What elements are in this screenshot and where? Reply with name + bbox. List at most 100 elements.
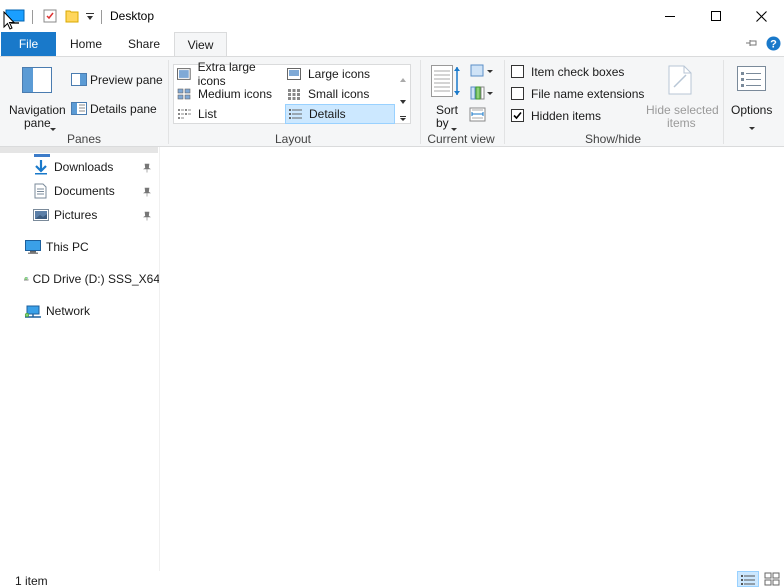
pin-ribbon-icon[interactable] [745,37,759,51]
sort-by-button[interactable]: Sort by [426,61,464,131]
properties-icon[interactable] [42,8,58,27]
layout-extra-large-icons[interactable]: Extra large icons [177,60,285,88]
nav-item-label: Network [46,304,91,318]
nav-item-downloads[interactable]: Downloads [32,157,158,177]
gallery-scroll-down-icon[interactable] [400,93,406,107]
maximize-icon [711,11,721,21]
navigation-pane-icon [22,67,52,96]
svg-text:?: ? [770,39,777,51]
sort-by-label-2: by [436,116,449,130]
new-folder-icon[interactable] [64,8,80,27]
ribbon-view: Navigation pane Preview pane Details pan… [0,56,784,147]
hide-selected-items-label: Hide selected [646,103,719,117]
options-button[interactable]: Options [726,61,780,130]
status-bar: 1 item [0,571,784,587]
pin-icon[interactable] [142,210,152,224]
documents-icon [34,183,47,199]
nav-item-cd-drive[interactable]: CD Drive (D:) SSS_X64 [24,269,160,289]
maximize-button[interactable] [693,0,739,32]
group-label-current-view: Current view [427,132,495,146]
nav-item-this-pc[interactable]: This PC [24,237,158,257]
hidden-items-label: Hidden items [531,109,602,123]
large-icons-view-button[interactable] [762,571,782,587]
tab-home[interactable]: Home [60,32,112,56]
layout-item-label: Small icons [308,87,370,101]
gallery-expand-icon[interactable] [400,111,406,125]
group-by-icon [470,64,493,77]
list-icon [178,109,191,119]
size-all-columns-icon [469,107,486,122]
gallery-scroll-up-icon[interactable] [400,71,406,85]
file-name-extensions-label: File name extensions [531,87,645,101]
details-pane-button[interactable]: Details pane [70,100,162,118]
computer-icon [25,240,41,254]
downloads-icon [35,160,47,175]
layout-small-icons[interactable]: Small icons [287,85,397,103]
group-label-panes: Panes [66,132,102,146]
preview-pane-icon [71,73,87,89]
nav-item-network[interactable]: Network [24,301,158,321]
file-list-area[interactable] [161,147,784,571]
layout-gallery: Extra large icons Large icons Medium ico… [173,60,411,124]
sort-by-icon [431,65,461,100]
file-name-extensions-checkbox[interactable] [511,87,524,100]
group-label-show-hide: Show/hide [584,132,642,146]
details-view-button[interactable] [737,571,759,587]
layout-item-label: Large icons [308,67,371,81]
scrolled-item-edge [0,147,158,153]
layout-item-label: Extra large icons [197,60,256,88]
nav-item-documents[interactable]: Documents [32,181,158,201]
pin-icon[interactable] [142,162,152,176]
file-explorer-window: Desktop File Home Share View ? Navigatio… [0,0,784,587]
nav-item-pictures[interactable]: Pictures [32,205,158,225]
tab-view[interactable]: View [174,32,227,57]
layout-item-label: Details [309,107,346,121]
title-bar: Desktop [0,0,784,32]
file-name-extensions-toggle[interactable]: File name extensions [510,86,644,102]
medium-icons-icon [177,88,191,100]
nav-item-label: Documents [54,184,115,198]
small-icons-icon [288,89,300,100]
large-icons-view-icon [764,572,780,586]
layout-medium-icons[interactable]: Medium icons [177,85,285,103]
layout-list[interactable]: List [177,105,285,123]
nav-item-label: CD Drive (D:) SSS_X64 [32,272,160,286]
item-count: 1 item [15,574,48,587]
pin-icon[interactable] [142,186,152,200]
layout-details[interactable]: Details [285,104,395,124]
large-icons-icon [287,68,301,80]
nav-item-label: Pictures [54,208,98,222]
add-columns-button[interactable] [469,85,495,101]
hidden-items-toggle[interactable]: Hidden items [510,108,640,124]
layout-large-icons[interactable]: Large icons [287,65,397,83]
nav-item-label: Downloads [54,160,114,174]
minimize-icon [665,16,675,17]
help-icon[interactable]: ? [766,36,781,54]
pictures-icon [33,209,49,221]
tab-file[interactable]: File [1,32,56,56]
details-view-icon [741,575,755,585]
size-columns-button[interactable] [469,107,489,123]
tab-share[interactable]: Share [118,32,170,56]
item-check-boxes-toggle[interactable]: Item check boxes [510,64,640,80]
mouse-cursor-icon [3,10,16,33]
navigation-pane-label-2: pane [24,116,51,130]
minimize-button[interactable] [647,0,693,32]
navigation-pane-button[interactable]: Navigation pane [4,61,70,131]
item-check-boxes-checkbox[interactable] [511,65,524,78]
group-label-layout: Layout [274,132,312,146]
details-pane-icon [71,102,87,118]
hidden-items-checkbox[interactable] [511,109,524,122]
hide-selected-items-label-2: items [667,116,696,130]
extra-large-icons-icon [177,68,191,80]
gallery-scroll [397,67,409,123]
group-by-button[interactable] [469,63,495,79]
dropdown-arrow-icon [749,120,755,134]
navigation-pane: Downloads Documents Pictures This PC CD … [0,147,160,571]
preview-pane-button[interactable]: Preview pane [70,71,163,89]
close-button[interactable] [738,0,784,32]
customize-qat-chevron-icon[interactable] [85,11,95,25]
add-columns-icon [470,86,493,100]
group-separator [723,60,724,144]
item-check-boxes-label: Item check boxes [531,65,625,79]
